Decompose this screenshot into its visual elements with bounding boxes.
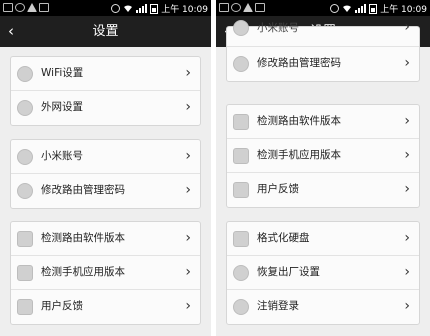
- notification-icon: [15, 3, 25, 12]
- factory-reset-item[interactable]: 恢复出厂设置 ›: [227, 256, 419, 290]
- chevron-right-icon: ›: [404, 19, 410, 35]
- item-label: 格式化硬盘: [257, 232, 310, 244]
- item-label: 恢复出厂设置: [257, 266, 320, 278]
- settings-group-network: WiFi设置 › 外网设置 ›: [10, 56, 201, 126]
- format-disk-item[interactable]: 格式化硬盘 ›: [227, 222, 419, 256]
- chevron-right-icon: ›: [404, 147, 410, 163]
- alarm-icon: [330, 4, 340, 13]
- chevron-right-icon: ›: [185, 230, 191, 246]
- change-password-item[interactable]: 修改路由管理密码 ›: [227, 47, 419, 81]
- notification-icon: [243, 3, 253, 12]
- logout-item[interactable]: 注销登录 ›: [227, 290, 419, 324]
- wifi-icon: [17, 66, 33, 82]
- chevron-right-icon: ›: [185, 99, 191, 115]
- mi-account-item[interactable]: 小米账号 ›: [227, 19, 419, 47]
- wan-settings-item[interactable]: 外网设置 ›: [11, 91, 200, 125]
- check-router-version-item[interactable]: 检测路由软件版本 ›: [227, 105, 419, 139]
- phone-icon: [233, 148, 249, 164]
- disk-icon: [233, 231, 249, 247]
- cell-signal-icon: [136, 4, 148, 13]
- settings-list: 小米账号 › 修改路由管理密码 › 检测路由软件版本 › 检测手机应用版本 › …: [216, 19, 430, 336]
- notification-icon: [27, 3, 37, 12]
- logout-icon: [233, 299, 249, 315]
- item-label: 检测路由软件版本: [41, 232, 125, 244]
- settings-group-version: 检测路由软件版本 › 检测手机应用版本 › 用户反馈 ›: [10, 221, 201, 325]
- user-feedback-item[interactable]: 用户反馈 ›: [227, 173, 419, 207]
- chevron-right-icon: ›: [404, 264, 410, 280]
- chevron-right-icon: ›: [404, 113, 410, 129]
- chevron-right-icon: ›: [185, 182, 191, 198]
- notification-icon: [219, 3, 229, 12]
- item-label: 小米账号: [41, 150, 83, 162]
- check-app-version-item[interactable]: 检测手机应用版本 ›: [11, 256, 200, 290]
- title-bar: ‹ 设置: [0, 16, 211, 47]
- mi-account-item[interactable]: 小米账号 ›: [11, 140, 200, 174]
- chevron-right-icon: ›: [185, 148, 191, 164]
- settings-group-account: 小米账号 › 修改路由管理密码 ›: [10, 139, 201, 209]
- globe-icon: [17, 100, 33, 116]
- notification-icon: [39, 3, 49, 12]
- settings-screen-left: 上午 10:09 ‹ 设置 WiFi设置 › 外网设置 › 小米账号 › 修改路…: [0, 0, 211, 336]
- chevron-right-icon: ›: [404, 55, 410, 71]
- item-label: 检测手机应用版本: [257, 149, 341, 161]
- settings-list: WiFi设置 › 外网设置 › 小米账号 › 修改路由管理密码 › 检测路由软件…: [0, 47, 211, 336]
- chevron-right-icon: ›: [185, 65, 191, 81]
- status-bar: 上午 10:09: [0, 0, 211, 16]
- reset-icon: [233, 265, 249, 281]
- screenshot-pair: 上午 10:09 ‹ 设置 WiFi设置 › 外网设置 › 小米账号 › 修改路…: [0, 0, 430, 336]
- notification-icons: [3, 3, 49, 13]
- battery-icon: [369, 3, 378, 14]
- item-label: 修改路由管理密码: [257, 57, 341, 69]
- notification-icon: [231, 3, 241, 12]
- item-label: 用户反馈: [257, 183, 299, 195]
- status-time: 上午 10:09: [161, 5, 208, 15]
- notification-icon: [255, 3, 265, 12]
- settings-group-system: 格式化硬盘 › 恢复出厂设置 › 注销登录 ›: [226, 221, 420, 325]
- item-label: 修改路由管理密码: [41, 184, 125, 196]
- settings-screen-right: 上午 10:09 ‹ 设置 小米账号 › 修改路由管理密码 ›: [216, 0, 430, 336]
- item-label: 用户反馈: [41, 300, 83, 312]
- wifi-signal-icon: [343, 5, 352, 12]
- item-label: 检测路由软件版本: [257, 115, 341, 127]
- settings-group-version: 检测路由软件版本 › 检测手机应用版本 › 用户反馈 ›: [226, 104, 420, 208]
- wifi-settings-item[interactable]: WiFi设置 ›: [11, 57, 200, 91]
- notification-icon: [3, 3, 13, 12]
- settings-group-account: 小米账号 › 修改路由管理密码 ›: [226, 19, 420, 82]
- user-feedback-item[interactable]: 用户反馈 ›: [11, 290, 200, 324]
- status-time: 上午 10:09: [380, 5, 427, 15]
- item-label: 检测手机应用版本: [41, 266, 125, 278]
- chevron-right-icon: ›: [404, 298, 410, 314]
- router-icon: [233, 114, 249, 130]
- check-app-version-item[interactable]: 检测手机应用版本 ›: [227, 139, 419, 173]
- system-icons: 上午 10:09: [330, 2, 427, 15]
- phone-icon: [17, 265, 33, 281]
- chevron-right-icon: ›: [185, 298, 191, 314]
- lock-icon: [17, 183, 33, 199]
- notification-icons: [219, 3, 265, 13]
- cell-signal-icon: [355, 4, 367, 13]
- mi-account-icon: [17, 149, 33, 165]
- feedback-icon: [17, 299, 33, 315]
- check-router-version-item[interactable]: 检测路由软件版本 ›: [11, 222, 200, 256]
- feedback-icon: [233, 182, 249, 198]
- change-password-item[interactable]: 修改路由管理密码 ›: [11, 174, 200, 208]
- item-label: 小米账号: [257, 22, 299, 34]
- mi-account-icon: [233, 20, 249, 36]
- chevron-right-icon: ›: [185, 264, 191, 280]
- chevron-right-icon: ›: [404, 181, 410, 197]
- item-label: 外网设置: [41, 101, 83, 113]
- status-bar: 上午 10:09: [216, 0, 430, 16]
- router-icon: [17, 231, 33, 247]
- alarm-icon: [111, 4, 121, 13]
- battery-icon: [150, 3, 159, 14]
- wifi-signal-icon: [124, 5, 133, 12]
- lock-icon: [233, 56, 249, 72]
- page-title: 设置: [92, 24, 119, 39]
- system-icons: 上午 10:09: [111, 2, 208, 15]
- item-label: WiFi设置: [41, 67, 84, 79]
- chevron-right-icon: ›: [404, 230, 410, 246]
- item-label: 注销登录: [257, 300, 299, 312]
